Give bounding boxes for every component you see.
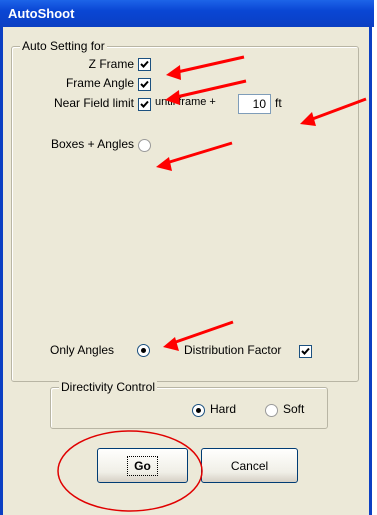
directivity-control-legend: Directivity Control	[59, 380, 158, 394]
near-field-limit-label: Near Field limit	[53, 96, 134, 110]
directivity-control-group: Directivity Control Hard Soft	[50, 380, 328, 429]
checkmark-icon	[140, 100, 149, 108]
near-field-distance-input[interactable]: 10	[238, 94, 271, 114]
boxes-angles-radio[interactable]	[138, 139, 151, 152]
frame-angle-label: Frame Angle	[65, 76, 134, 90]
unit-label: ft	[275, 96, 282, 110]
distribution-factor-label: Distribution Factor	[184, 343, 282, 357]
boxes-angles-label: Boxes + Angles	[50, 137, 134, 151]
cancel-button-label: Cancel	[230, 458, 269, 473]
soft-label: Soft	[283, 402, 305, 416]
radio-dot-icon	[141, 348, 146, 353]
window-title: AutoShoot	[8, 6, 75, 21]
go-button-label: Go	[127, 455, 158, 476]
checkmark-icon	[301, 347, 310, 355]
distribution-factor-checkbox[interactable]	[299, 345, 312, 358]
until-frame-label: until frame +	[155, 96, 216, 108]
title-bar[interactable]: AutoShoot	[0, 0, 374, 27]
autoshoot-dialog: AutoShoot Auto Setting for Z Frame Frame…	[0, 0, 374, 515]
cancel-button[interactable]: Cancel	[201, 448, 298, 483]
radio-dot-icon	[196, 408, 201, 413]
checkmark-icon	[140, 60, 149, 68]
only-angles-radio[interactable]	[137, 344, 150, 357]
auto-setting-group: Auto Setting for Z Frame Frame Angle Nea…	[11, 39, 359, 382]
dialog-body: Auto Setting for Z Frame Frame Angle Nea…	[0, 27, 372, 515]
z-frame-checkbox[interactable]	[138, 58, 151, 71]
soft-radio[interactable]	[265, 404, 278, 417]
checkmark-icon	[140, 80, 149, 88]
auto-setting-legend: Auto Setting for	[20, 39, 107, 53]
frame-angle-checkbox[interactable]	[138, 78, 151, 91]
near-field-limit-checkbox[interactable]	[138, 98, 151, 111]
hard-radio[interactable]	[192, 404, 205, 417]
only-angles-label: Only Angles	[50, 343, 115, 357]
hard-label: Hard	[210, 402, 237, 416]
go-button[interactable]: Go	[97, 448, 188, 483]
z-frame-label: Z Frame	[88, 57, 134, 71]
